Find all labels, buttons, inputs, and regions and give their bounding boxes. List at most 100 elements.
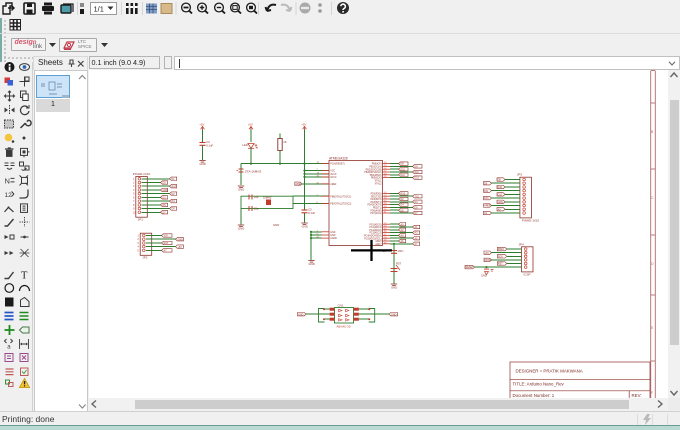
svg-text:D10: D10 xyxy=(401,168,406,171)
svg-text:SCK: SCK xyxy=(498,255,503,258)
svg-text:1: 1 xyxy=(133,178,135,181)
svg-text:4: 4 xyxy=(133,189,135,192)
svg-text:PC1(ADC1): PC1(ADC1) xyxy=(369,226,381,229)
svg-text:PB3(MOSI/OC2): PB3(MOSI/OC2) xyxy=(364,172,381,174)
svg-text:GND: GND xyxy=(481,274,487,278)
svg-text:D11: D11 xyxy=(415,171,420,174)
svg-text:22p: 22p xyxy=(254,207,259,211)
svg-text:PD1(TXD): PD1(TXD) xyxy=(371,196,382,198)
svg-text:T: T xyxy=(21,271,28,282)
svg-text:1K: 1K xyxy=(283,140,287,144)
svg-text:MOSI: MOSI xyxy=(485,259,491,262)
svg-text:AGND: AGND xyxy=(330,237,337,240)
svg-text:CN1: CN1 xyxy=(338,303,344,307)
svg-text:PB0(ICP): PB0(ICP) xyxy=(372,164,382,166)
svg-text:PD3(INT1): PD3(INT1) xyxy=(371,202,382,204)
svg-text:16MHZ: 16MHZ xyxy=(263,196,272,200)
svg-text:GND: GND xyxy=(163,189,169,192)
svg-text:RST: RST xyxy=(164,242,169,245)
svg-text:GND: GND xyxy=(178,238,184,241)
svg-text:JP3: JP3 xyxy=(517,173,523,177)
svg-text:D10: D10 xyxy=(498,186,503,189)
svg-text:PD4(XCK/T0): PD4(XCK/T0) xyxy=(367,205,381,207)
svg-text:PC2(ADC2): PC2(ADC2) xyxy=(369,229,381,232)
svg-text:F: F xyxy=(651,391,654,395)
svg-text:VIN: VIN xyxy=(164,235,168,238)
svg-text:PD5(T1): PD5(T1) xyxy=(373,208,382,210)
svg-text:0.1uF: 0.1uF xyxy=(308,211,315,215)
svg-text:VCC: VCC xyxy=(330,171,335,173)
svg-text:PB2(SS/OC1B): PB2(SS/OC1B) xyxy=(366,169,382,171)
svg-text:D13: D13 xyxy=(484,197,489,200)
svg-text:ATMEGA328: ATMEGA328 xyxy=(329,157,348,161)
svg-text:RX0: RX0 xyxy=(401,193,406,196)
svg-text:AVCC: AVCC xyxy=(330,176,337,179)
svg-text:PC4(ADC4/SDA): PC4(ADC4/SDA) xyxy=(364,235,382,238)
svg-text:12: 12 xyxy=(5,192,13,199)
svg-text:D: D xyxy=(651,262,654,266)
svg-text:AVCC: AVCC xyxy=(330,173,337,176)
svg-text:JP1: JP1 xyxy=(138,218,144,222)
svg-text:7: 7 xyxy=(133,200,135,203)
svg-text:ZTA-16MHZ: ZTA-16MHZ xyxy=(245,170,261,174)
svg-text:a: a xyxy=(7,345,11,351)
svg-text:5: 5 xyxy=(133,193,135,196)
svg-text:TX1: TX1 xyxy=(415,195,420,198)
svg-text:RST: RST xyxy=(172,185,177,188)
svg-text:PC6(/RESET): PC6(/RESET) xyxy=(330,164,345,166)
svg-text:D12: D12 xyxy=(498,193,503,196)
svg-text:2: 2 xyxy=(133,182,135,185)
svg-text:GND: GND xyxy=(302,225,308,229)
svg-text:3: 3 xyxy=(137,242,139,245)
svg-text:8: 8 xyxy=(133,204,135,207)
svg-text:GND: GND xyxy=(238,227,244,231)
svg-text:+5V: +5V xyxy=(199,122,204,126)
svg-text:MISO: MISO xyxy=(498,248,504,251)
svg-text:6: 6 xyxy=(133,196,135,199)
svg-text:PINHD-1X10: PINHD-1X10 xyxy=(133,172,151,176)
svg-text:3: 3 xyxy=(133,185,135,188)
svg-text:LED: LED xyxy=(243,143,248,147)
svg-text:ADC7: ADC7 xyxy=(375,243,382,246)
svg-text:XTAL1: XTAL1 xyxy=(375,179,383,182)
svg-text:PC3(ADC3): PC3(ADC3) xyxy=(369,232,381,235)
svg-text:RST: RST xyxy=(396,262,402,266)
svg-text:E: E xyxy=(651,326,654,330)
svg-text:PD7(AIN1): PD7(AIN1) xyxy=(370,212,381,215)
svg-text:1: 1 xyxy=(137,235,139,238)
svg-text:PB5(SCK): PB5(SCK) xyxy=(371,178,382,180)
svg-text:PB4(MISO): PB4(MISO) xyxy=(370,175,382,177)
svg-text:+5V: +5V xyxy=(485,252,490,255)
svg-text:GND: GND xyxy=(298,313,304,316)
svg-text:PD2(INT0): PD2(INT0) xyxy=(371,199,382,201)
svg-text:AREF: AREF xyxy=(484,205,491,208)
svg-text:GND: GND xyxy=(200,162,206,166)
svg-text:D12: D12 xyxy=(401,174,406,177)
svg-text:PINHD-1X10: PINHD-1X10 xyxy=(522,218,540,222)
svg-text:TITLE: Arduino Nano_Rev: TITLE: Arduino Nano_Rev xyxy=(513,382,565,387)
svg-text:GND: GND xyxy=(330,235,335,237)
svg-text:RST: RST xyxy=(498,263,503,266)
svg-text:AB-MC-30: AB-MC-30 xyxy=(337,325,351,329)
svg-text:1/1: 1/1 xyxy=(94,4,104,13)
svg-text:JP2: JP2 xyxy=(142,256,148,260)
svg-text:PD6(AIN0): PD6(AIN0) xyxy=(370,209,381,212)
svg-text:PD0(RXD): PD0(RXD) xyxy=(371,194,382,196)
svg-text:B: B xyxy=(651,130,654,134)
svg-text:GND: GND xyxy=(273,223,279,227)
svg-text:+5V: +5V xyxy=(248,122,253,126)
svg-text:PB1(OC1A): PB1(OC1A) xyxy=(369,166,381,169)
svg-text:PC5(ADC5/SCL): PC5(ADC5/SCL) xyxy=(364,237,381,240)
svg-text:N: N xyxy=(5,176,10,185)
svg-text:JP4: JP4 xyxy=(519,242,525,246)
svg-text:+5V: +5V xyxy=(301,122,306,126)
svg-text:C: C xyxy=(651,196,654,200)
svg-text:4: 4 xyxy=(137,246,139,249)
svg-text:22p: 22p xyxy=(254,195,259,199)
svg-text:GND: GND xyxy=(391,313,397,316)
svg-text:9: 9 xyxy=(133,208,135,211)
svg-text:AREF: AREF xyxy=(330,183,337,186)
svg-text:DESIGNER = PRATIK MAKWANA: DESIGNER = PRATIK MAKWANA xyxy=(516,369,583,374)
svg-text:GND: GND xyxy=(238,188,244,192)
svg-text:AREF: AREF xyxy=(295,183,302,186)
